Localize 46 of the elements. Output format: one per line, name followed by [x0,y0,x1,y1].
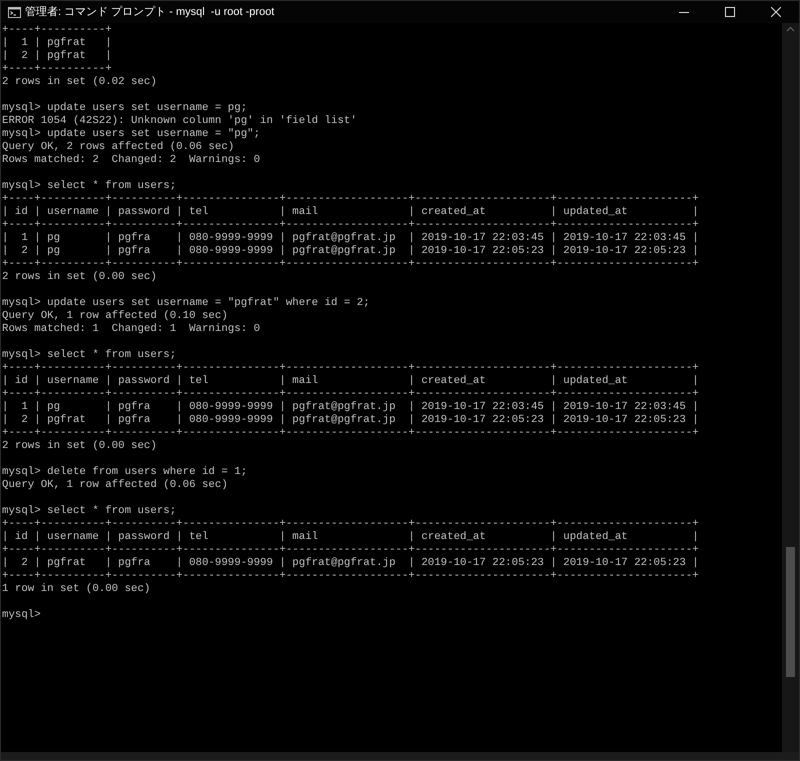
close-icon [771,7,781,17]
console-line: +----+----------+ [2,24,112,37]
console-line: +----+----------+----------+---------------+-------------------+---------------------+---------------------+ [2,544,699,557]
maximize-icon [725,7,735,17]
console-line: 2 rows in set (0.02 sec) [2,76,157,89]
console-line: mysql> select * from users; [2,349,176,362]
console-line: Query OK, 1 row affected (0.10 sec) [2,310,228,323]
console-line: | 1 | pg | pgfra | 080-9999-9999 | pgfrat@pgfrat.jp | 2019-10-17 22:03:45 | 2019-10-17 22:03:45 | [2,232,699,245]
console-line: +----+----------+----------+---------------+-------------------+---------------------+---------------------+ [2,219,699,232]
window-title: 管理者: コマンド プロンプト - mysql -u root -proot [25,4,274,20]
console-line: | 1 | pgfrat | [2,37,112,50]
console-line: Rows matched: 2 Changed: 2 Warnings: 0 [2,154,260,167]
console-line: +----+----------+----------+---------------+-------------------+---------------------+---------------------+ [2,570,699,583]
console-line: +----+----------+----------+---------------+-------------------+---------------------+---------------------+ [2,388,699,401]
console-line: +----+----------+----------+---------------+-------------------+---------------------+---------------------+ [2,258,699,271]
scroll-up-icon[interactable] [786,26,795,32]
console-line: +----+----------+ [2,63,112,76]
console-line: +----+----------+----------+---------------+-------------------+---------------------+---------------------+ [2,518,699,531]
console-line: | 2 | pgfrat | pgfra | 080-9999-9999 | pgfrat@pgfrat.jp | 2019-10-17 22:05:23 | 2019-10-17 22:05:23 | [2,414,699,427]
console-line: | id | username | password | tel | mail | created_at | updated_at | [2,531,699,544]
console-line: mysql> delete from users where id = 1; [2,466,248,479]
console-line: mysql> update users set username = "pg"; [2,128,260,141]
console-line: Query OK, 2 rows affected (0.06 sec) [2,141,234,154]
console-line: | 2 | pgfrat | [2,50,112,63]
console-line: mysql> update users set username = pg; [2,102,248,115]
console-line: +----+----------+----------+---------------+-------------------+---------------------+---------------------+ [2,362,699,375]
console-line: mysql> [2,609,41,622]
console-line: | 2 | pgfrat | pgfra | 080-9999-9999 | pgfrat@pgfrat.jp | 2019-10-17 22:05:23 | 2019-10-17 22:05:23 | [2,557,699,570]
console-line: Rows matched: 1 Changed: 1 Warnings: 0 [2,323,260,336]
console-line: +----+----------+----------+---------------+-------------------+---------------------+---------------------+ [2,193,699,206]
console-line: 2 rows in set (0.00 sec) [2,440,157,453]
console-line: 1 row in set (0.00 sec) [2,583,150,596]
console-line: | 1 | pg | pgfra | 080-9999-9999 | pgfrat@pgfrat.jp | 2019-10-17 22:03:45 | 2019-10-17 22:03:45 | [2,401,699,414]
console-icon [8,6,21,18]
console-line: +----+----------+----------+---------------+-------------------+---------------------+---------------------+ [2,427,699,440]
console-line: | 2 | pg | pgfra | 080-9999-9999 | pgfrat@pgfrat.jp | 2019-10-17 22:05:23 | 2019-10-17 22:05:23 | [2,245,699,258]
console-line: | id | username | password | tel | mail | created_at | updated_at | [2,206,699,219]
console-line: 2 rows in set (0.00 sec) [2,271,157,284]
console-line: | id | username | password | tel | mail | created_at | updated_at | [2,375,699,388]
scrollbar-thumb[interactable] [786,547,795,677]
console-line: Query OK, 1 row affected (0.06 sec) [2,479,228,492]
console-line: ERROR 1054 (42S22): Unknown column 'pg' in 'field list' [2,115,357,128]
scrollbar[interactable] [782,23,799,752]
console-line: mysql> select * from users; [2,180,176,193]
console-line: mysql> update users set username = "pgfrat" where id = 2; [2,297,370,310]
console-line: mysql> select * from users; [2,505,176,518]
